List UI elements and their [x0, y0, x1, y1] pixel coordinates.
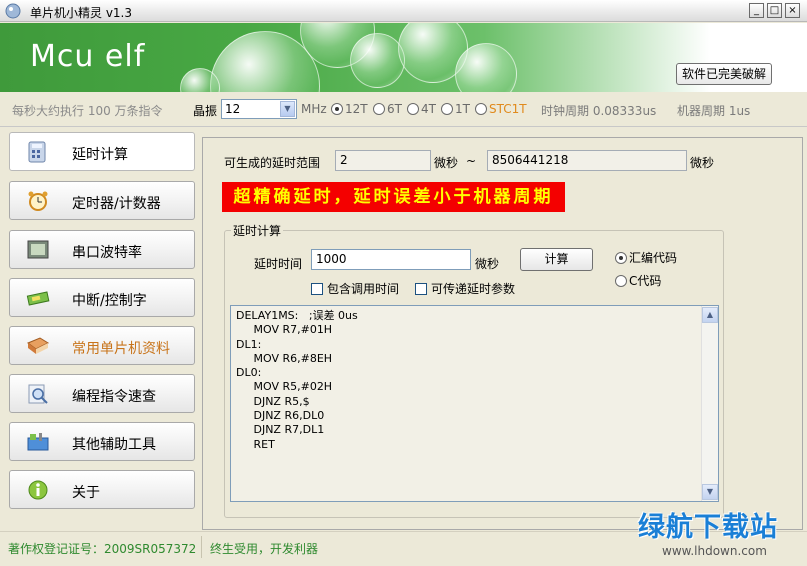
cracked-status-button[interactable]: 软件已完美破解	[676, 63, 772, 85]
close-button[interactable]: ×	[785, 3, 800, 18]
pass-param-label: 可传递延时参数	[431, 282, 516, 296]
checkbox-icon	[311, 282, 323, 295]
app-icon	[5, 3, 21, 19]
radio-icon	[373, 103, 385, 115]
radio-icon	[407, 103, 419, 115]
status-divider	[201, 536, 202, 558]
radio-icon	[441, 103, 453, 115]
include-call-checkbox[interactable]: 包含调用时间	[311, 280, 399, 297]
mode-label: 1T	[455, 102, 470, 116]
sidebar-item-label: 串口波特率	[72, 245, 142, 261]
sidebar-item-label: 其他辅助工具	[72, 437, 156, 453]
calculate-button[interactable]: 计算	[520, 248, 593, 271]
precision-banner: 超精确延时，延时误差小于机器周期	[222, 182, 565, 212]
mode-radio-4t[interactable]: 4T	[407, 102, 436, 116]
sidebar-item-label: 中断/控制字	[72, 293, 147, 309]
mode-label: 6T	[387, 102, 402, 116]
delay-time-label: 延时时间	[254, 257, 303, 271]
sidebar: 延时计算 定时器/计数器 串口波特率 中断/控制字 常用单片机资料 编程指令速查…	[0, 128, 200, 530]
book-icon	[27, 337, 50, 354]
sidebar-item-delay-calc[interactable]: 延时计算	[9, 132, 195, 171]
mode-radio-6t[interactable]: 6T	[373, 102, 402, 116]
chevron-down-icon[interactable]: ▼	[280, 101, 295, 117]
serial-port-icon	[27, 240, 49, 259]
sidebar-item-label: 编程指令速查	[72, 389, 156, 405]
checkbox-icon	[415, 282, 427, 295]
range-label: 可生成的延时范围	[224, 156, 321, 170]
options-bar: 每秒大约执行 100 万条指令 晶振 12 ▼ MHz 12T 6T 4T 1T…	[0, 93, 807, 127]
range-unit-label: 微秒	[690, 156, 715, 170]
asm-code-radio[interactable]: 汇编代码	[615, 249, 677, 266]
speed-text: 每秒大约执行 100 万条指令	[12, 104, 163, 118]
delay-time-input[interactable]: 1000	[311, 249, 471, 270]
oscillator-value: 12	[225, 102, 241, 116]
copyright-registration: 著作权登记证号：2009SR057372	[8, 542, 197, 556]
info-icon	[28, 480, 48, 500]
mode-label: 12T	[345, 102, 368, 116]
include-call-label: 包含调用时间	[327, 282, 400, 296]
range-separator: ~	[466, 154, 477, 168]
pass-param-checkbox[interactable]: 可传递延时参数	[415, 280, 515, 297]
alarm-clock-icon	[28, 191, 48, 211]
range-unit-label: 微秒	[434, 156, 459, 170]
watermark-logo: 绿航下载站	[638, 512, 778, 543]
radio-selected-icon	[331, 103, 343, 115]
sidebar-item-about[interactable]: 关于	[9, 470, 195, 509]
c-code-label: C代码	[629, 274, 662, 288]
calculator-icon	[28, 141, 46, 163]
sidebar-item-label: 延时计算	[72, 147, 128, 163]
radio-icon	[475, 103, 487, 115]
delay-unit-label: 微秒	[475, 257, 500, 271]
sidebar-item-timer[interactable]: 定时器/计数器	[9, 181, 195, 220]
slogan-text: 终生受用，开发利器	[210, 542, 319, 556]
brand-logo: Mcu elf	[30, 39, 146, 74]
magnifier-icon	[28, 384, 48, 404]
sidebar-item-label: 定时器/计数器	[72, 196, 161, 212]
minimize-button[interactable]: _	[749, 3, 764, 18]
oscillator-unit: MHz	[301, 102, 327, 116]
toolbox-icon	[27, 433, 49, 451]
sidebar-item-label: 关于	[72, 485, 100, 501]
mode-radio-stc1t[interactable]: STC1T	[475, 102, 527, 116]
code-scrollbar[interactable]: ▲ ▼	[701, 306, 718, 501]
sidebar-item-label: 常用单片机资料	[72, 341, 170, 357]
clock-cycle-text: 时钟周期 0.08333us	[541, 104, 657, 118]
sidebar-item-tools[interactable]: 其他辅助工具	[9, 422, 195, 461]
maximize-button[interactable]: □	[767, 3, 782, 18]
radio-selected-icon	[615, 251, 627, 264]
machine-cycle-text: 机器周期 1us	[677, 104, 751, 118]
watermark-url: www.lhdown.com	[662, 544, 767, 558]
code-text: DELAY1MS: ;误差 0us MOV R7,#01H DL1: MOV R…	[236, 309, 358, 451]
chip-icon	[26, 291, 50, 306]
mode-radio-1t[interactable]: 1T	[441, 102, 470, 116]
bubble-decoration	[350, 33, 405, 88]
radio-icon	[615, 274, 627, 287]
range-max-field[interactable]: 8506441218	[487, 150, 687, 171]
asm-code-label: 汇编代码	[629, 251, 678, 265]
scroll-down-icon[interactable]: ▼	[702, 484, 718, 500]
scroll-up-icon[interactable]: ▲	[702, 307, 718, 323]
sidebar-item-interrupt[interactable]: 中断/控制字	[9, 278, 195, 317]
sidebar-item-baud-rate[interactable]: 串口波特率	[9, 230, 195, 269]
code-output[interactable]: DELAY1MS: ;误差 0us MOV R7,#01H DL1: MOV R…	[230, 305, 719, 502]
mode-label: STC1T	[489, 102, 527, 116]
site-watermark: 绿航下载站 www.lhdown.com	[638, 505, 803, 563]
title-bar: 单片机小精灵 v1.3 _ □ ×	[0, 0, 807, 22]
mode-label: 4T	[421, 102, 436, 116]
c-code-radio[interactable]: C代码	[615, 272, 661, 289]
sidebar-item-instructions[interactable]: 编程指令速查	[9, 374, 195, 413]
group-title: 延时计算	[231, 222, 284, 239]
window-title: 单片机小精灵 v1.3	[30, 6, 133, 20]
oscillator-label: 晶振	[193, 104, 218, 118]
oscillator-select[interactable]: 12 ▼	[221, 99, 297, 119]
header-banner: Mcu elf 软件已完美破解	[0, 23, 807, 92]
bubble-decoration	[455, 43, 517, 92]
mode-radio-12t[interactable]: 12T	[331, 102, 368, 116]
range-min-field[interactable]: 2	[335, 150, 431, 171]
sidebar-item-mcu-data[interactable]: 常用单片机资料	[9, 326, 195, 365]
